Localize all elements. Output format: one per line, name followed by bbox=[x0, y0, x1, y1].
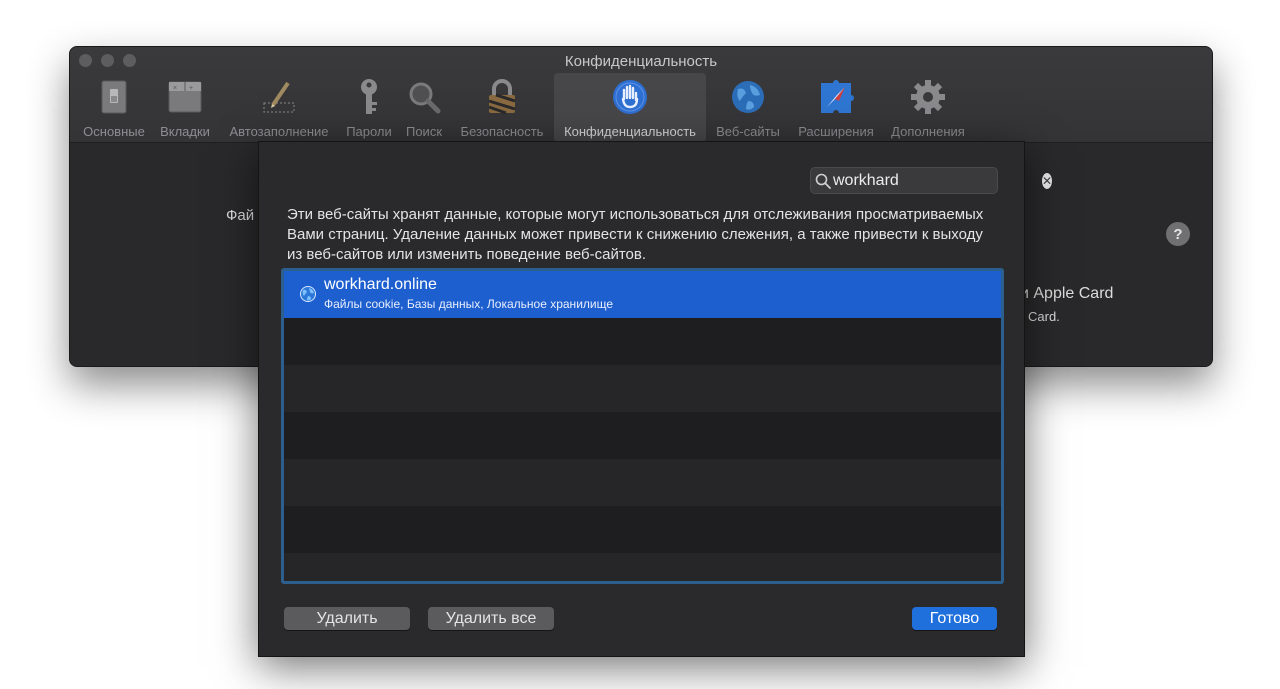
empty-row bbox=[284, 412, 1001, 459]
tab-tabs[interactable]: × + Вкладки bbox=[155, 73, 215, 142]
empty-row bbox=[284, 459, 1001, 506]
pencil-icon bbox=[259, 77, 299, 117]
apple-card-sublabel: Card. bbox=[1028, 309, 1060, 324]
switch-icon bbox=[94, 77, 134, 117]
search-field[interactable]: ✕ bbox=[810, 167, 1053, 194]
tab-autofill[interactable]: Автозаполнение bbox=[220, 73, 338, 142]
tab-search[interactable]: Поиск bbox=[400, 73, 448, 142]
tab-passwords[interactable]: Пароли bbox=[340, 73, 398, 142]
magnifier-icon bbox=[404, 77, 444, 117]
apple-card-label: и Apple Card bbox=[1020, 285, 1114, 302]
tab-websites[interactable]: Веб-сайты bbox=[708, 73, 788, 142]
site-name: workhard.online bbox=[324, 276, 437, 293]
description-text: Эти веб-сайты хранят данные, которые мог… bbox=[287, 206, 984, 263]
globe-icon bbox=[728, 77, 768, 117]
lock-icon bbox=[482, 77, 522, 117]
empty-row bbox=[284, 553, 1001, 581]
empty-row bbox=[284, 365, 1001, 412]
manage-website-data-sheet: ✕ Эти веб-сайты хранят данные, которые м… bbox=[258, 141, 1053, 657]
tab-privacy[interactable]: Конфиденциальность bbox=[554, 73, 706, 142]
remove-all-button[interactable]: Удалить все bbox=[428, 607, 554, 630]
svg-text:+: + bbox=[189, 85, 193, 92]
key-icon bbox=[349, 77, 389, 117]
search-input[interactable] bbox=[831, 170, 1042, 191]
svg-text:×: × bbox=[173, 85, 177, 92]
done-button[interactable]: Готово bbox=[912, 607, 997, 630]
list-item[interactable]: workhard.online Файлы cookie, Базы данны… bbox=[284, 271, 1001, 318]
tab-general[interactable]: Основные bbox=[77, 73, 151, 142]
clear-search-icon[interactable]: ✕ bbox=[1042, 172, 1053, 189]
empty-row bbox=[284, 318, 1001, 365]
tabs-icon: × + bbox=[165, 77, 205, 117]
tab-advanced[interactable]: Дополнения bbox=[884, 73, 972, 142]
window-title: Конфиденциальность bbox=[564, 53, 718, 70]
site-data-types: Файлы cookie, Базы данных, Локальное хра… bbox=[324, 297, 614, 311]
obscured-label: Фай bbox=[226, 207, 255, 224]
title-bar: Конфиденциальность Основные ×+ Вкладки bbox=[70, 47, 1212, 143]
hand-icon bbox=[610, 77, 650, 117]
website-data-list[interactable]: workhard.online Файлы cookie, Базы данны… bbox=[281, 268, 1004, 584]
tab-extensions[interactable]: Расширения bbox=[792, 73, 880, 142]
help-button[interactable]: ? bbox=[1166, 222, 1190, 246]
empty-row bbox=[284, 506, 1001, 553]
search-icon bbox=[815, 168, 831, 193]
extensions-icon bbox=[816, 77, 856, 117]
gear-icon bbox=[908, 77, 948, 117]
remove-button[interactable]: Удалить bbox=[284, 607, 410, 630]
tab-security[interactable]: Безопасность bbox=[452, 73, 552, 142]
globe-icon bbox=[299, 285, 317, 308]
